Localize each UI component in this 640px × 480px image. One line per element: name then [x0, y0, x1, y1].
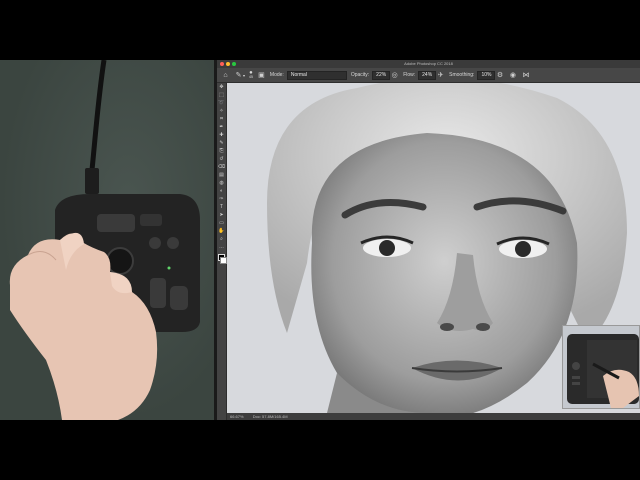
photoshop-window: Adobe Photoshop CC 2018 ⌂ ✎ ▾ ● 45 ▣ Mod… [217, 60, 640, 420]
crop-icon[interactable]: ⌗ [217, 115, 226, 123]
flow-label: Flow: [403, 72, 416, 78]
marquee-icon[interactable]: ⬚ [217, 91, 226, 99]
eraser-icon[interactable]: ⌫ [217, 163, 226, 171]
smoothing-label: Smoothing: [449, 72, 475, 78]
tool-preset-picker[interactable]: ✎ ▾ [234, 71, 245, 80]
opacity-input[interactable]: 22% [372, 70, 391, 80]
flow-input[interactable]: 24% [418, 70, 437, 80]
flow-value: 24% [422, 71, 433, 78]
pressure-size-icon: ◉ [509, 72, 517, 79]
mode-select[interactable]: Normal [286, 70, 347, 80]
color-swatches[interactable] [217, 253, 227, 265]
smoothing-input[interactable]: 10% [477, 70, 496, 80]
pressure-size-button[interactable]: ◉ [508, 71, 517, 80]
symmetry-button[interactable]: ⋈ [521, 71, 530, 80]
shape-icon[interactable]: ▭ [217, 219, 226, 227]
mode-control: Mode: Normal [269, 70, 347, 80]
tablet-inset-art [563, 326, 639, 408]
dropdown-arrow-icon: ▾ [243, 72, 246, 78]
flow-control: Flow: 24% ✈ [403, 70, 445, 80]
controller-photo-art [9, 60, 200, 420]
mode-value: Normal [290, 71, 307, 78]
zoom-icon[interactable]: ⌕ [217, 235, 226, 243]
stamp-icon[interactable]: ⎘ [217, 147, 226, 155]
mode-label: Mode: [269, 72, 284, 78]
home-button[interactable]: ⌂ [221, 71, 230, 80]
brush-icon[interactable]: ✎ [217, 139, 226, 147]
eyedropper-icon[interactable]: ✒ [217, 123, 226, 131]
pressure-opacity-icon[interactable]: ◎ [390, 71, 399, 80]
window-title: Adobe Photoshop CC 2018 [404, 61, 453, 66]
smoothing-value: 10% [481, 71, 492, 78]
status-bar: 66.67% Doc: 57.8M/165.4M [227, 413, 640, 420]
brush-size-value: 45 [249, 75, 253, 79]
healing-icon[interactable]: ✚ [217, 131, 226, 139]
zoom-level[interactable]: 66.67% [230, 414, 244, 419]
opacity-value: 22% [376, 71, 387, 78]
dodge-icon[interactable]: ◐ [217, 187, 226, 195]
path-select-icon[interactable]: ➤ [217, 211, 226, 219]
controller-photo [0, 60, 214, 420]
tools-panel: ✥ ⬚ ➰ ✧ ⌗ ✒ ✚ ✎ ⎘ ↺ ⌫ ▤ ◍ ◐ ✑ T ➤ ▭ ✋ ⌕… [217, 83, 227, 420]
home-icon: ⌂ [223, 71, 228, 79]
hand-icon[interactable]: ✋ [217, 227, 226, 235]
tablet-video-inset [562, 325, 640, 409]
brush-settings-icon: ▣ [258, 72, 265, 79]
opacity-label: Opacity: [350, 72, 370, 78]
quick-select-icon[interactable]: ✧ [217, 107, 226, 115]
blur-icon[interactable]: ◍ [217, 179, 226, 187]
brush-preset-picker[interactable]: ● 45 [249, 70, 253, 79]
move-icon[interactable]: ✥ [217, 83, 226, 91]
smoothing-control: Smoothing: 10% ⚙ [449, 70, 504, 80]
airbrush-icon[interactable]: ✈ [436, 71, 445, 80]
lasso-icon[interactable]: ➰ [217, 99, 226, 107]
opacity-control: Opacity: 22% ◎ [350, 70, 399, 80]
butterfly-icon: ⋈ [522, 72, 530, 79]
brush-icon: ✎ [235, 72, 242, 79]
brush-settings-button[interactable]: ▣ [257, 71, 266, 80]
smoothing-settings-icon[interactable]: ⚙ [495, 71, 504, 80]
history-brush-icon[interactable]: ↺ [217, 155, 226, 163]
more-icon[interactable]: … [217, 243, 226, 251]
document-info[interactable]: Doc: 57.8M/165.4M [253, 414, 288, 419]
gradient-icon[interactable]: ▤ [217, 171, 226, 179]
options-bar: ⌂ ✎ ▾ ● 45 ▣ Mode: Normal Opacity: 22% ◎… [217, 68, 640, 83]
type-icon[interactable]: T [217, 203, 226, 211]
pen-icon[interactable]: ✑ [217, 195, 226, 203]
document-canvas[interactable] [227, 83, 640, 413]
